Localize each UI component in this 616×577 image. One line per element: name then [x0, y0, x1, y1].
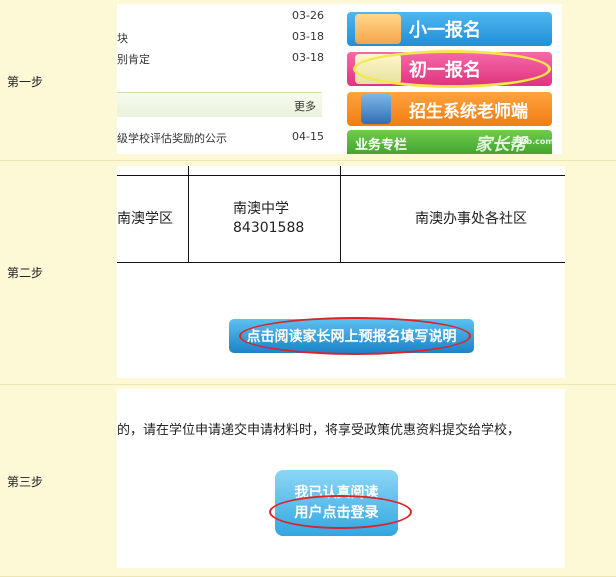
- step-label: 第二步: [7, 266, 44, 280]
- news-title[interactable]: 级学校评估奖励的公示: [117, 130, 227, 146]
- news-title[interactable]: 别肯定: [117, 51, 150, 67]
- step-label: 第三步: [7, 475, 44, 489]
- step1-screenshot: 03-26 块 03-18 别肯定 03-18 更多 级学校评估奖励的公示 04…: [117, 4, 562, 154]
- more-link[interactable]: 更多: [294, 98, 316, 114]
- children-icon: [355, 14, 401, 44]
- notice-text: 的，请在学位申请递交申请材料时，将享受政策优惠资料提交给学校，: [117, 423, 521, 438]
- step-label: 第一步: [7, 75, 44, 89]
- news-title[interactable]: 块: [117, 30, 128, 46]
- news-date: 03-18: [292, 51, 324, 64]
- primary-enroll-label: 小一报名: [409, 20, 481, 41]
- teacher-system-button[interactable]: 招生系统老师端: [347, 92, 552, 126]
- news-date: 03-26: [292, 9, 324, 22]
- step-row-1: 第一步 03-26 块 03-18 别肯定 03-18 更多 级学校评估奖励的公…: [0, 0, 616, 160]
- table-border: [188, 166, 189, 263]
- table-cell-district: 南澳学区: [117, 211, 173, 227]
- watermark-url: jzb.com: [519, 137, 554, 146]
- teacher-system-label: 招生系统老师端: [409, 101, 528, 122]
- business-column-label: 业务专栏: [355, 138, 408, 153]
- highlight-oval: [269, 495, 412, 529]
- step-row-3: 第三步 的，请在学位申请递交申请材料时，将享受政策优惠资料提交给学校， 我已认真…: [0, 385, 616, 577]
- business-column-header: 业务专栏 家长帮 jzb.com: [347, 130, 554, 154]
- table-cell-school: 南澳中学: [233, 201, 289, 217]
- table-border: [117, 175, 565, 176]
- book-stack-icon: [361, 94, 391, 124]
- primary-enroll-button[interactable]: 小一报名: [347, 12, 552, 46]
- table-cell-phone: 84301588: [233, 220, 305, 236]
- table-cell-area: 南澳办事处各社区: [415, 211, 527, 227]
- highlight-oval: [353, 50, 551, 88]
- table-border: [340, 166, 341, 263]
- news-date: 04-15: [292, 130, 324, 143]
- highlight-oval: [239, 317, 471, 355]
- step2-screenshot: 南澳学区 南澳中学 84301588 南澳办事处各社区 点击阅读家长网上预报名填…: [117, 166, 565, 378]
- table-border: [117, 262, 565, 263]
- section-header: 更多: [117, 92, 322, 117]
- news-date: 03-18: [292, 30, 324, 43]
- step-row-2: 第二步 南澳学区 南澳中学 84301588 南澳办事处各社区 点击阅读家长网上…: [0, 161, 616, 384]
- step3-screenshot: 的，请在学位申请递交申请材料时，将享受政策优惠资料提交给学校， 我已认真阅读 用…: [117, 389, 565, 568]
